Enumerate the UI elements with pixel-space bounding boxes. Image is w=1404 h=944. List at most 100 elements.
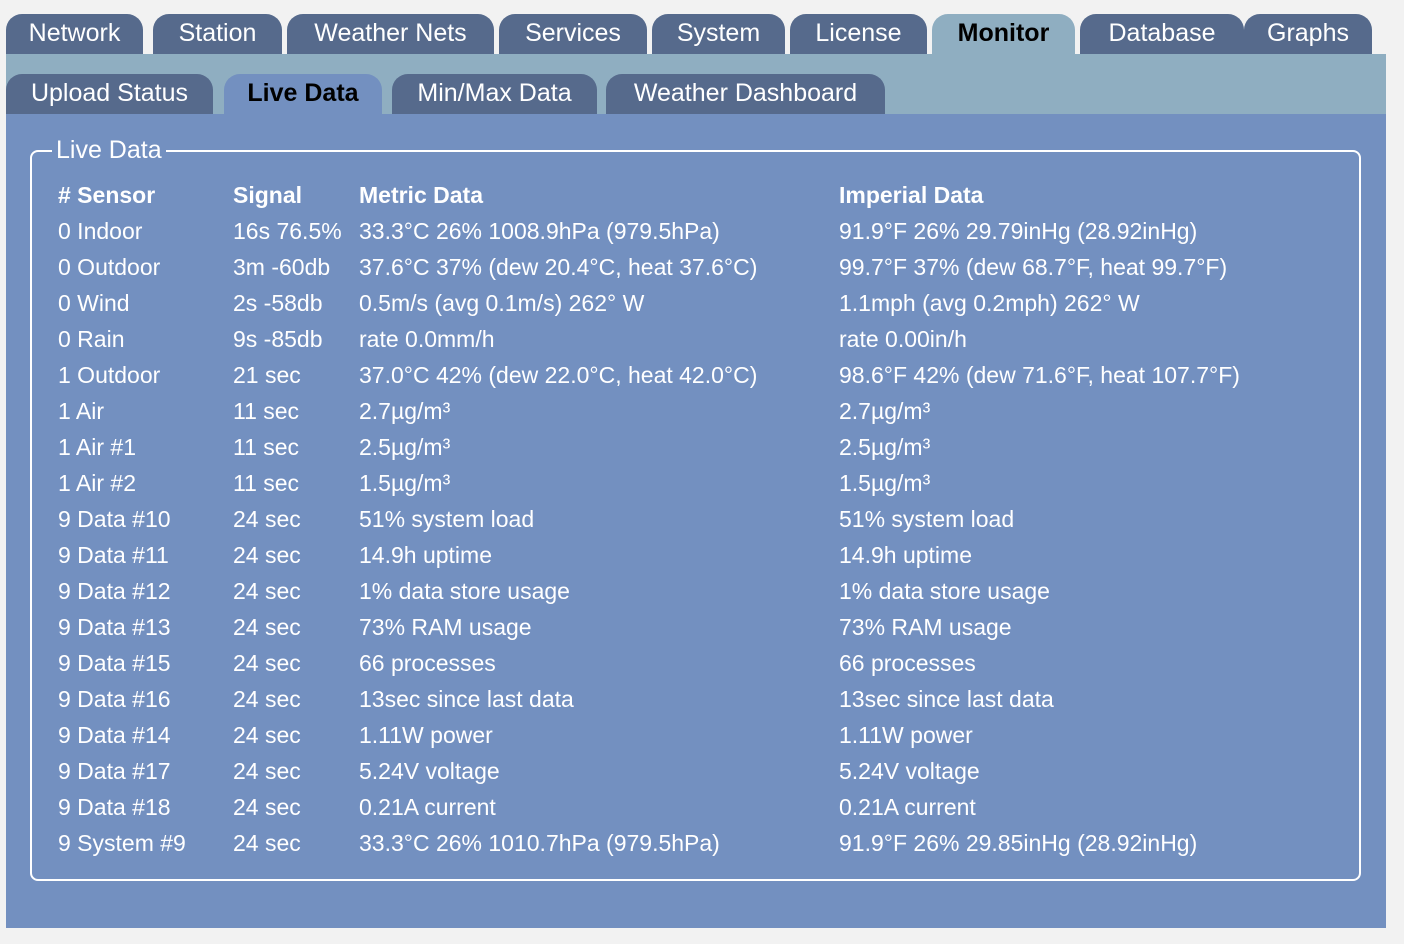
tab-graphs[interactable]: Graphs	[1244, 14, 1372, 54]
table-row: 9 Data #15 24 sec 66 processes 66 processes	[58, 645, 1348, 681]
cell-metric-data: 14.9h uptime	[359, 542, 492, 568]
sub-tab-bar: Upload Status Live Data Min/Max Data Wea…	[6, 54, 1386, 114]
cell-sensor: 0 Indoor	[58, 218, 143, 244]
cell-metric-data: rate 0.0mm/h	[359, 326, 495, 352]
cell-sensor: 1 Air #2	[58, 470, 136, 496]
cell-signal: 11 sec	[233, 470, 300, 496]
content-area: Live Data # Sensor Signal Metric Data Im…	[6, 114, 1386, 928]
cell-signal: 24 sec	[233, 830, 301, 856]
cell-sensor: 9 Data #17	[58, 758, 171, 784]
cell-sensor: 1 Outdoor	[58, 362, 161, 388]
table-header: # Sensor Signal Metric Data Imperial Dat…	[58, 177, 1348, 213]
tab-license[interactable]: License	[790, 14, 927, 54]
cell-imperial-data: 91.9°F 26% 29.85inHg (28.92inHg)	[839, 830, 1198, 856]
table-body: 0 Indoor 16s 76.5% 33.3°C 26% 1008.9hPa (9…	[58, 213, 1348, 861]
cell-metric-data: 0.21A current	[359, 794, 496, 820]
panel-legend: Live Data	[52, 133, 166, 167]
live-data-table: # Sensor Signal Metric Data Imperial Dat…	[58, 177, 1348, 861]
cell-sensor: 1 Air #1	[58, 434, 136, 460]
cell-imperial-data: 1.1mph (avg 0.2mph) 262° W	[839, 290, 1140, 316]
cell-metric-data: 33.3°C 26% 1008.9hPa (979.5hPa)	[359, 218, 720, 244]
cell-sensor: 9 Data #12	[58, 578, 171, 604]
table-row: 9 Data #18 24 sec 0.21A current 0.21A curre…	[58, 789, 1348, 825]
cell-imperial-data: 73% RAM usage	[839, 614, 1012, 640]
cell-metric-data: 51% system load	[359, 506, 535, 532]
cell-sensor: 0 Outdoor	[58, 254, 161, 280]
cell-imperial-data: 2.7µg/m³	[839, 398, 931, 424]
subtab-upload-status[interactable]: Upload Status	[6, 74, 213, 114]
cell-metric-data: 37.0°C 42% (dew 22.0°C, heat 42.0°C)	[359, 362, 758, 388]
cell-signal: 2s -58db	[233, 290, 323, 316]
cell-metric-data: 37.6°C 37% (dew 20.4°C, heat 37.6°C)	[359, 254, 758, 280]
header-metric-data: Metric Data	[359, 182, 483, 208]
table-row: 9 Data #16 24 sec 13sec since last data 13s…	[58, 681, 1348, 717]
cell-imperial-data: 98.6°F 42% (dew 71.6°F, heat 107.7°F)	[839, 362, 1240, 388]
cell-imperial-data: 0.21A current	[839, 794, 976, 820]
cell-signal: 24 sec	[233, 794, 301, 820]
cell-metric-data: 1.5µg/m³	[359, 470, 451, 496]
cell-sensor: 9 Data #10	[58, 506, 171, 532]
cell-sensor: 0 Wind	[58, 290, 130, 316]
tab-monitor[interactable]: Monitor	[932, 14, 1075, 54]
cell-signal: 24 sec	[233, 686, 301, 712]
cell-metric-data: 33.3°C 26% 1010.7hPa (979.5hPa)	[359, 830, 720, 856]
cell-imperial-data: 13sec since last data	[839, 686, 1054, 712]
cell-sensor: 9 System #9	[58, 830, 186, 856]
cell-metric-data: 1% data store usage	[359, 578, 570, 604]
cell-sensor: 9 Data #13	[58, 614, 171, 640]
tab-station[interactable]: Station	[153, 14, 282, 54]
table-row: 0 Indoor 16s 76.5% 33.3°C 26% 1008.9hPa (9…	[58, 213, 1348, 249]
table-row: 1 Air #1 11 sec 2.5µg/m³ 2.5µg/m³	[58, 429, 1348, 465]
cell-imperial-data: 1.5µg/m³	[839, 470, 931, 496]
cell-sensor: 0 Rain	[58, 326, 125, 352]
table-row: 9 System #9 24 sec 33.3°C 26% 1010.7hPa (9…	[58, 825, 1348, 861]
cell-imperial-data: 91.9°F 26% 29.79inHg (28.92inHg)	[839, 218, 1198, 244]
app-window: Network Station Weather Nets Services Sy…	[6, 0, 1386, 944]
cell-imperial-data: 1% data store usage	[839, 578, 1050, 604]
live-data-panel: Live Data # Sensor Signal Metric Data Im…	[30, 133, 1361, 881]
tab-network[interactable]: Network	[6, 14, 143, 54]
cell-sensor: 9 Data #11	[58, 542, 169, 568]
tab-services[interactable]: Services	[499, 14, 647, 54]
cell-signal: 24 sec	[233, 614, 301, 640]
cell-signal: 24 sec	[233, 578, 301, 604]
cell-signal: 16s 76.5%	[233, 218, 342, 244]
cell-signal: 21 sec	[233, 362, 301, 388]
cell-signal: 24 sec	[233, 650, 301, 676]
table-row: 0 Outdoor 3m -60db 37.6°C 37% (dew 20.4°C,…	[58, 249, 1348, 285]
table-row: 9 Data #12 24 sec 1% data store usage 1% da…	[58, 573, 1348, 609]
table-row: 9 Data #14 24 sec 1.11W power 1.11W power	[58, 717, 1348, 753]
cell-imperial-data: 99.7°F 37% (dew 68.7°F, heat 99.7°F)	[839, 254, 1228, 280]
subtab-live-data[interactable]: Live Data	[224, 74, 382, 114]
cell-signal: 9s -85db	[233, 326, 323, 352]
table-row: 9 Data #10 24 sec 51% system load 51% syste…	[58, 501, 1348, 537]
cell-metric-data: 66 processes	[359, 650, 496, 676]
table-row: 1 Air #2 11 sec 1.5µg/m³ 1.5µg/m³	[58, 465, 1348, 501]
table-row: 1 Outdoor 21 sec 37.0°C 42% (dew 22.0°C, h…	[58, 357, 1348, 393]
cell-sensor: 9 Data #15	[58, 650, 171, 676]
subtab-min-max-data[interactable]: Min/Max Data	[392, 74, 597, 114]
cell-imperial-data: rate 0.00in/h	[839, 326, 967, 352]
subtab-weather-dashboard[interactable]: Weather Dashboard	[606, 74, 885, 114]
cell-signal: 24 sec	[233, 506, 301, 532]
cell-metric-data: 73% RAM usage	[359, 614, 532, 640]
cell-metric-data: 2.7µg/m³	[359, 398, 451, 424]
cell-sensor: 1 Air	[58, 398, 105, 424]
cell-imperial-data: 51% system load	[839, 506, 1015, 532]
table-row: 9 Data #13 24 sec 73% RAM usage 73% RAM usa…	[58, 609, 1348, 645]
cell-metric-data: 2.5µg/m³	[359, 434, 451, 460]
cell-signal: 24 sec	[233, 722, 301, 748]
tab-database[interactable]: Database	[1080, 14, 1244, 54]
cell-imperial-data: 2.5µg/m³	[839, 434, 931, 460]
cell-sensor: 9 Data #14	[58, 722, 171, 748]
cell-metric-data: 0.5m/s (avg 0.1m/s) 262° W	[359, 290, 645, 316]
cell-signal: 3m -60db	[233, 254, 331, 280]
header-sensor: # Sensor	[58, 182, 156, 208]
tab-system[interactable]: System	[652, 14, 785, 54]
table-row: 9 Data #17 24 sec 5.24V voltage 5.24V volta…	[58, 753, 1348, 789]
table-row: 9 Data #11 24 sec 14.9h uptime 14.9h uptime	[58, 537, 1348, 573]
header-imperial-data: Imperial Data	[839, 182, 984, 208]
table-row: 1 Air 11 sec 2.7µg/m³ 2.7µg/m³	[58, 393, 1348, 429]
tab-weather-nets[interactable]: Weather Nets	[287, 14, 494, 54]
cell-signal: 11 sec	[233, 398, 300, 424]
